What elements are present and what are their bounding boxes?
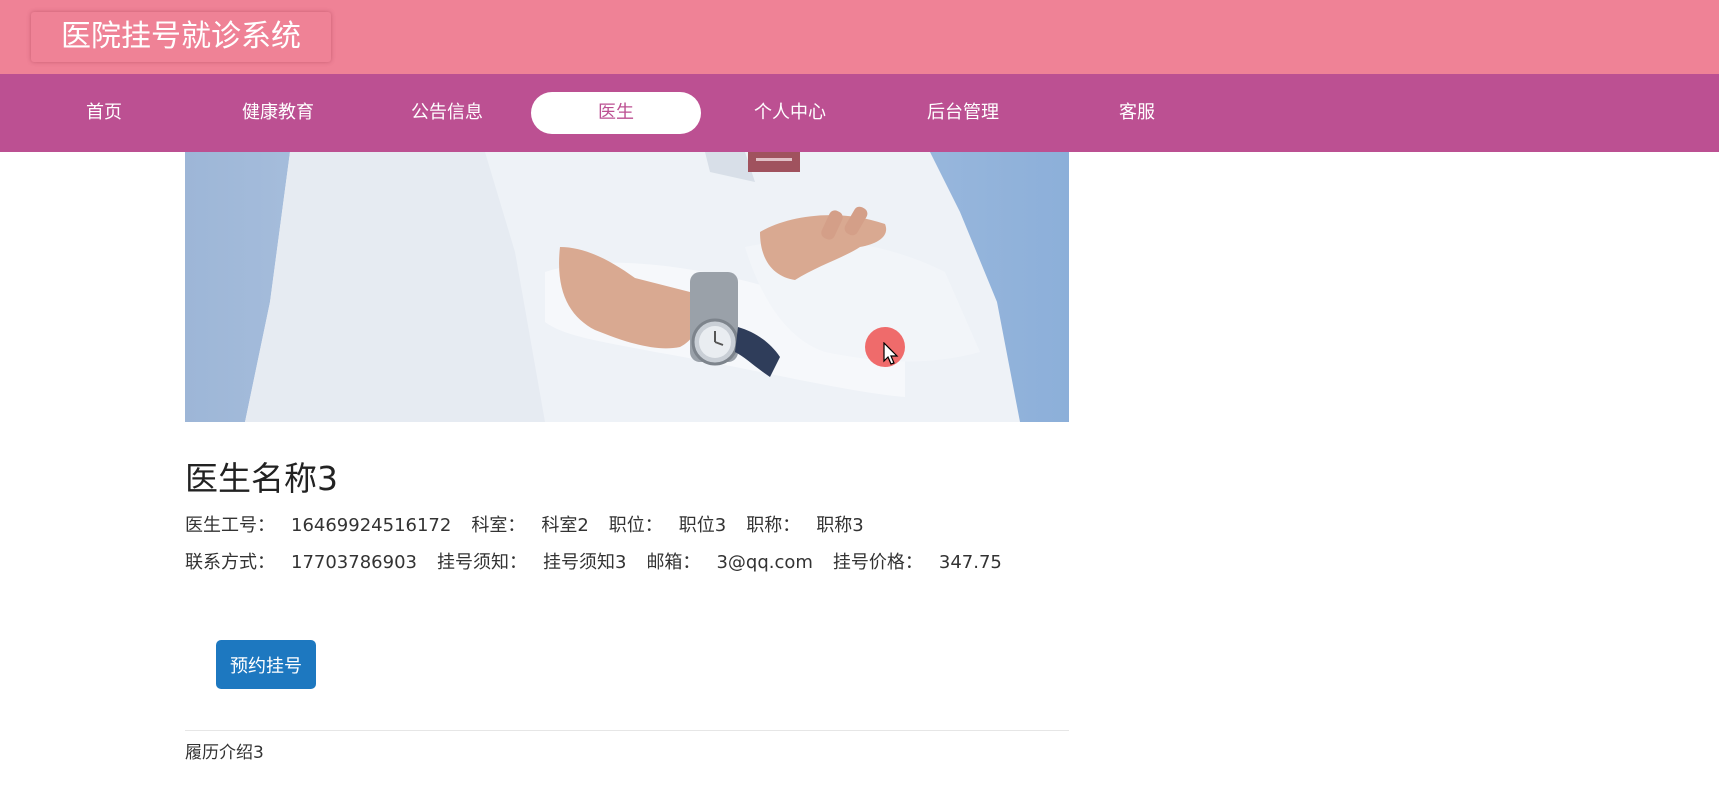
- doctor-info-line-2: 联系方式： 17703786903 挂号须知： 挂号须知3 邮箱： 3@qq.com 挂号价…: [185, 548, 1022, 574]
- doctor-photo: [185, 152, 1069, 422]
- section-divider: [185, 730, 1069, 731]
- nav-item-announcements[interactable]: 公告信息: [362, 92, 532, 134]
- nav-item-health-education[interactable]: 健康教育: [193, 92, 363, 134]
- email-value: 3@qq.com: [716, 552, 813, 573]
- registration-notice-value: 挂号须知3: [542, 552, 627, 573]
- book-appointment-button[interactable]: 预约挂号: [216, 640, 316, 689]
- price-label: 挂号价格：: [832, 552, 923, 573]
- position-value: 职位3: [678, 515, 727, 536]
- nav-item-admin[interactable]: 后台管理: [878, 92, 1048, 134]
- nav-item-home[interactable]: 首页: [19, 92, 189, 134]
- doctor-id-value: 16469924516172: [291, 515, 452, 536]
- doctor-info-line-1: 医生工号： 16469924516172 科室： 科室2 职位： 职位3 职称： 职称3: [185, 511, 884, 537]
- mouse-pointer-icon: [883, 341, 899, 366]
- department-label: 科室：: [471, 515, 526, 536]
- site-title[interactable]: 医院挂号就诊系统: [31, 12, 331, 62]
- nav-item-doctors[interactable]: 医生: [531, 92, 701, 134]
- job-title-value: 职称3: [816, 515, 864, 536]
- resume-text: 履历介绍3: [185, 743, 264, 763]
- email-label: 邮箱：: [646, 552, 701, 573]
- registration-notice-label: 挂号须知：: [436, 552, 527, 573]
- position-label: 职位：: [608, 515, 663, 536]
- nav-item-personal-center[interactable]: 个人中心: [705, 92, 875, 134]
- doctor-id-label: 医生工号：: [185, 515, 275, 536]
- job-title-label: 职称：: [746, 515, 801, 536]
- department-value: 科室2: [541, 515, 589, 536]
- main-nav: 首页 健康教育 公告信息 医生 个人中心 后台管理 客服: [0, 74, 1719, 152]
- top-banner: 医院挂号就诊系统: [0, 0, 1719, 74]
- contact-value: 17703786903: [291, 552, 417, 573]
- doctor-name: 医生名称3: [185, 459, 338, 498]
- contact-label: 联系方式：: [185, 552, 275, 573]
- nav-item-customer-service[interactable]: 客服: [1052, 92, 1222, 134]
- price-value: 347.75: [938, 552, 1002, 573]
